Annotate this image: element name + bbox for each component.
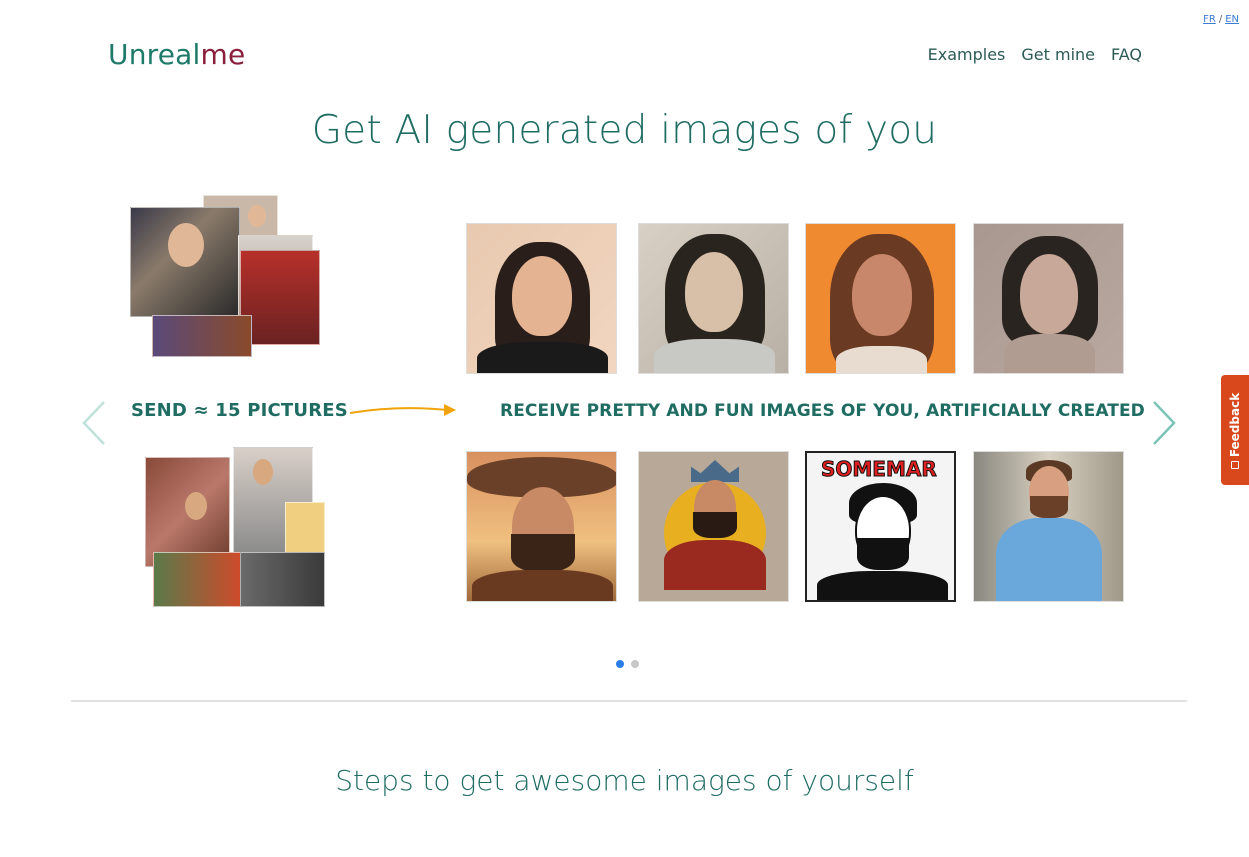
carousel-prev-arrow[interactable] bbox=[78, 398, 114, 448]
nav-faq[interactable]: FAQ bbox=[1111, 45, 1142, 64]
feedback-tab[interactable]: Feedback bbox=[1221, 375, 1249, 485]
input-photos-collage-woman bbox=[130, 195, 325, 360]
generated-portrait-3 bbox=[805, 223, 956, 374]
nav-get-mine[interactable]: Get mine bbox=[1021, 45, 1095, 64]
generated-portrait-suit bbox=[973, 451, 1124, 602]
face-shape bbox=[185, 492, 207, 520]
input-photo bbox=[240, 250, 320, 345]
face-shape bbox=[248, 205, 266, 227]
input-photo bbox=[152, 315, 252, 357]
face-shape bbox=[253, 459, 273, 485]
generated-portrait-1 bbox=[466, 223, 617, 374]
portrait-caption: SOMEMAR bbox=[821, 457, 938, 482]
send-pictures-label: SEND ≈ 15 PICTURES bbox=[131, 400, 348, 421]
lang-separator: / bbox=[1218, 14, 1223, 25]
generated-portrait-coloring: SOMEMAR bbox=[805, 451, 956, 602]
chevron-left-icon bbox=[82, 401, 105, 445]
nav-examples[interactable]: Examples bbox=[928, 45, 1006, 64]
carousel-pagination bbox=[616, 660, 639, 668]
carousel-dot-2[interactable] bbox=[631, 660, 639, 668]
chevron-right-icon bbox=[1153, 401, 1176, 445]
arrow-right-icon bbox=[349, 404, 456, 416]
steps-section-title: Steps to get awesome images of yourself bbox=[335, 764, 914, 797]
logo-text-me: me bbox=[200, 38, 246, 71]
feedback-icon bbox=[1231, 461, 1239, 469]
section-divider bbox=[71, 700, 1187, 702]
generated-portrait-cowboy bbox=[466, 451, 617, 602]
face-shape bbox=[168, 223, 204, 267]
input-photo bbox=[240, 552, 325, 607]
main-nav: Examples Get mine FAQ bbox=[928, 45, 1142, 64]
input-photos-collage-man bbox=[145, 447, 330, 612]
receive-images-label: RECEIVE PRETTY AND FUN IMAGES OF YOU, AR… bbox=[500, 401, 1145, 421]
generated-portrait-2 bbox=[638, 223, 789, 374]
carousel-dot-1[interactable] bbox=[616, 660, 624, 668]
carousel-next-arrow[interactable] bbox=[1146, 398, 1182, 448]
feedback-label: Feedback bbox=[1228, 392, 1242, 458]
logo-text-unreal: Unreal bbox=[108, 38, 201, 71]
generated-portrait-king bbox=[638, 451, 789, 602]
input-photo bbox=[153, 552, 243, 607]
lang-fr-link[interactable]: FR bbox=[1203, 14, 1216, 25]
hero-title: Get AI generated images of you bbox=[311, 108, 938, 153]
lang-en-link[interactable]: EN bbox=[1225, 14, 1239, 25]
logo[interactable]: Unrealme bbox=[108, 38, 245, 71]
generated-portrait-4 bbox=[973, 223, 1124, 374]
language-switcher: FR / EN bbox=[1203, 14, 1239, 25]
